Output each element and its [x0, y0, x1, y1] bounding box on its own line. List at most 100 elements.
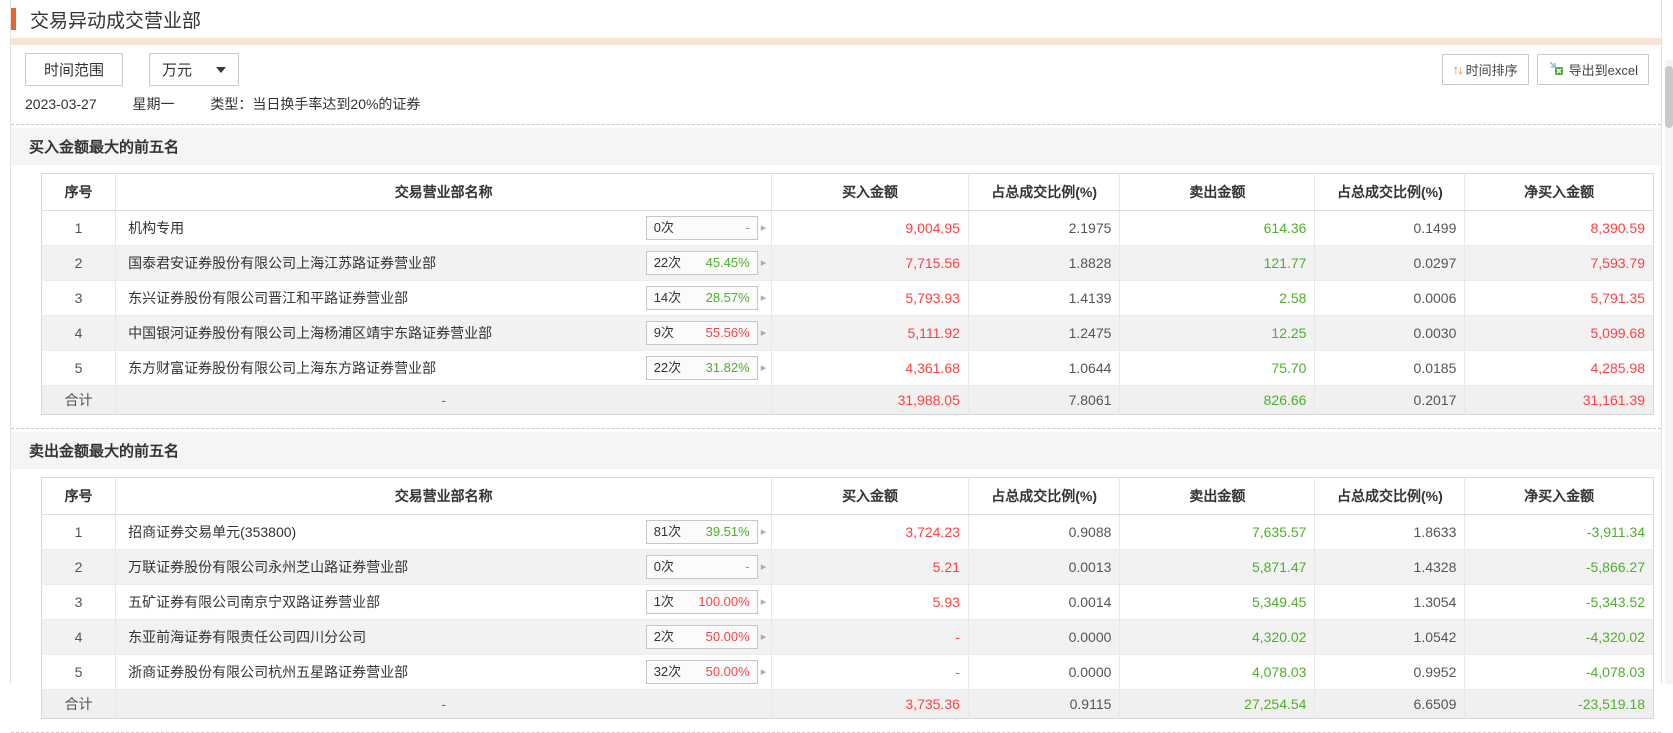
- table-row: 3 东兴证券股份有限公司晋江和平路证券营业部 14次 28.57% ▸ 5,793.93 1…: [41, 280, 1654, 316]
- badge-count: 0次: [653, 220, 674, 235]
- badge-percent: 100.00%: [698, 594, 750, 609]
- sell-amount-cell: 12.25: [1119, 315, 1315, 351]
- sell-amount-cell: 27,254.54: [1119, 689, 1315, 719]
- buy-amount-cell: 5.21: [771, 549, 969, 585]
- times-badge[interactable]: 0次 -: [645, 555, 758, 579]
- chevron-right-icon: ▸: [760, 561, 767, 573]
- table-header-cell: 序号: [41, 477, 116, 515]
- table-header-cell: 交易营业部名称: [115, 173, 772, 211]
- net-amount-cell: 5,791.35: [1464, 280, 1654, 316]
- broker-name: 中国银河证券股份有限公司上海杨浦区靖宇东路证券营业部: [128, 325, 493, 341]
- seq-cell: 4: [41, 619, 116, 655]
- sell-amount-cell: 4,320.02: [1119, 619, 1315, 655]
- seq-cell: 2: [41, 245, 116, 281]
- times-badge[interactable]: 22次 31.82%: [645, 356, 758, 380]
- times-badge[interactable]: 9次 55.56%: [645, 321, 758, 345]
- net-amount-cell: -5,343.52: [1464, 584, 1654, 620]
- buy-ratio-cell: 0.9115: [967, 689, 1120, 719]
- table-header-cell: 交易营业部名称: [115, 477, 772, 515]
- time-range-button[interactable]: 时间范围: [25, 53, 124, 86]
- sell-ratio-cell: 0.0185: [1314, 350, 1465, 386]
- broker-name-cell: -: [115, 385, 772, 415]
- seq-cell: 4: [41, 315, 116, 351]
- table-row: 3 五矿证券有限公司南京宁双路证券营业部 1次 100.00% ▸ 5.93 0.0014 5…: [41, 584, 1654, 620]
- broker-name: 国泰君安证券股份有限公司上海江苏路证券营业部: [128, 255, 437, 271]
- badge-count: 22次: [653, 360, 682, 375]
- buy-ratio-cell: 1.0644: [967, 350, 1120, 386]
- trade-date: 2023-03-27: [25, 96, 97, 112]
- times-badge[interactable]: 32次 50.00%: [645, 660, 758, 684]
- buy-amount-cell: 4,361.68: [771, 350, 969, 386]
- broker-name-cell: 五矿证券有限公司南京宁双路证券营业部 1次 100.00% ▸: [115, 584, 772, 620]
- seq-cell: 1: [41, 514, 116, 550]
- broker-name: 万联证券股份有限公司永州芝山路证券营业部: [128, 559, 409, 575]
- sell-top5-section: 卖出金额最大的前五名 序号 交易营业部名称 买入金额 占总成交比例(%) 卖出金额 占总成交…: [11, 432, 1661, 719]
- table-header-cell: 净买入金额: [1464, 173, 1654, 211]
- net-amount-cell: 31,161.39: [1464, 385, 1654, 415]
- times-badge[interactable]: 2次 50.00%: [645, 625, 758, 649]
- badge-percent: 28.57%: [705, 290, 750, 305]
- broker-name-cell: 机构专用 0次 - ▸: [115, 210, 772, 246]
- seq-cell: 2: [41, 549, 116, 585]
- sell-amount-cell: 5,871.47: [1119, 549, 1315, 585]
- export-excel-button[interactable]: 导出到excel: [1536, 54, 1649, 85]
- buy-amount-cell: 5.93: [771, 584, 969, 620]
- table-row: 2 万联证券股份有限公司永州芝山路证券营业部 0次 - ▸ 5.21 0.0013 5,871…: [41, 549, 1654, 585]
- net-amount-cell: -23,519.18: [1464, 689, 1654, 719]
- buy-ratio-cell: 7.8061: [967, 385, 1120, 415]
- toolbar: 时间范围 万元 ↑↓ 时间排序 导出到excel: [11, 45, 1661, 90]
- times-badge[interactable]: 22次 45.45%: [645, 251, 758, 275]
- badge-count: 22次: [653, 255, 682, 270]
- buy-ratio-cell: 0.0000: [967, 654, 1120, 690]
- table-row: 1 招商证券交易单元(353800) 81次 39.51% ▸ 3,724.23 0.908…: [41, 514, 1654, 550]
- sell-amount-cell: 614.36: [1119, 210, 1315, 246]
- table-header-cell: 净买入金额: [1464, 477, 1654, 515]
- chevron-right-icon: ▸: [760, 257, 767, 269]
- buy-top5-table: 序号 交易营业部名称 买入金额 占总成交比例(%) 卖出金额 占总成交比例(%) 净买入金额…: [41, 173, 1654, 415]
- table-header-row: 序号 交易营业部名称 买入金额 占总成交比例(%) 卖出金额 占总成交比例(%) 净买入金额: [41, 477, 1654, 515]
- broker-name: 浙商证券股份有限公司杭州五星路证券营业部: [128, 664, 409, 680]
- badge-percent: 45.45%: [705, 255, 750, 270]
- buy-amount-cell: 31,988.05: [771, 385, 969, 415]
- buy-amount-cell: 9,004.95: [771, 210, 969, 246]
- sell-ratio-cell: 1.0542: [1314, 619, 1465, 655]
- table-header-cell: 占总成交比例(%): [1314, 173, 1465, 211]
- badge-count: 2次: [653, 629, 674, 644]
- broker-name: 招商证券交易单元(353800): [128, 524, 297, 540]
- unit-dropdown[interactable]: 万元: [149, 53, 240, 86]
- badge-percent: 55.56%: [705, 325, 750, 340]
- badge-count: 1次: [653, 594, 674, 609]
- net-amount-cell: -4,320.02: [1464, 619, 1654, 655]
- page-title: 交易异动成交营业部: [30, 10, 202, 32]
- buy-amount-cell: 3,724.23: [771, 514, 969, 550]
- accent-bar: [11, 8, 16, 30]
- buy-amount-cell: 5,111.92: [771, 315, 969, 351]
- chevron-right-icon: ▸: [760, 327, 767, 339]
- badge-count: 81次: [653, 524, 682, 539]
- seq-cell: 5: [41, 654, 116, 690]
- seq-cell: 合计: [41, 385, 116, 415]
- badge-count: 32次: [653, 664, 682, 679]
- buy-ratio-cell: 0.9088: [967, 514, 1120, 550]
- net-amount-cell: -5,866.27: [1464, 549, 1654, 585]
- broker-name-cell: -: [115, 689, 772, 719]
- vertical-scrollbar[interactable]: [1665, 60, 1673, 684]
- seq-cell: 合计: [41, 689, 116, 719]
- buy-amount-cell: 3,735.36: [771, 689, 969, 719]
- scrollbar-thumb[interactable]: [1665, 66, 1673, 128]
- times-badge[interactable]: 0次 -: [645, 216, 758, 240]
- table-row: 4 中国银河证券股份有限公司上海杨浦区靖宇东路证券营业部 9次 55.56% ▸ 5,11…: [41, 315, 1654, 351]
- times-badge[interactable]: 14次 28.57%: [645, 286, 758, 310]
- time-sort-button[interactable]: ↑↓ 时间排序: [1441, 54, 1529, 85]
- sell-ratio-cell: 1.4328: [1314, 549, 1465, 585]
- broker-name-cell: 东兴证券股份有限公司晋江和平路证券营业部 14次 28.57% ▸: [115, 280, 772, 316]
- buy-ratio-cell: 1.4139: [967, 280, 1120, 316]
- sell-ratio-cell: 0.2017: [1314, 385, 1465, 415]
- broker-name: 东兴证券股份有限公司晋江和平路证券营业部: [128, 290, 409, 306]
- net-amount-cell: 4,285.98: [1464, 350, 1654, 386]
- buy-ratio-cell: 0.0000: [967, 619, 1120, 655]
- times-badge[interactable]: 81次 39.51%: [645, 520, 758, 544]
- broker-name-cell: 东亚前海证券有限责任公司四川分公司 2次 50.00% ▸: [115, 619, 772, 655]
- chevron-right-icon: ▸: [760, 292, 767, 304]
- times-badge[interactable]: 1次 100.00%: [645, 590, 758, 614]
